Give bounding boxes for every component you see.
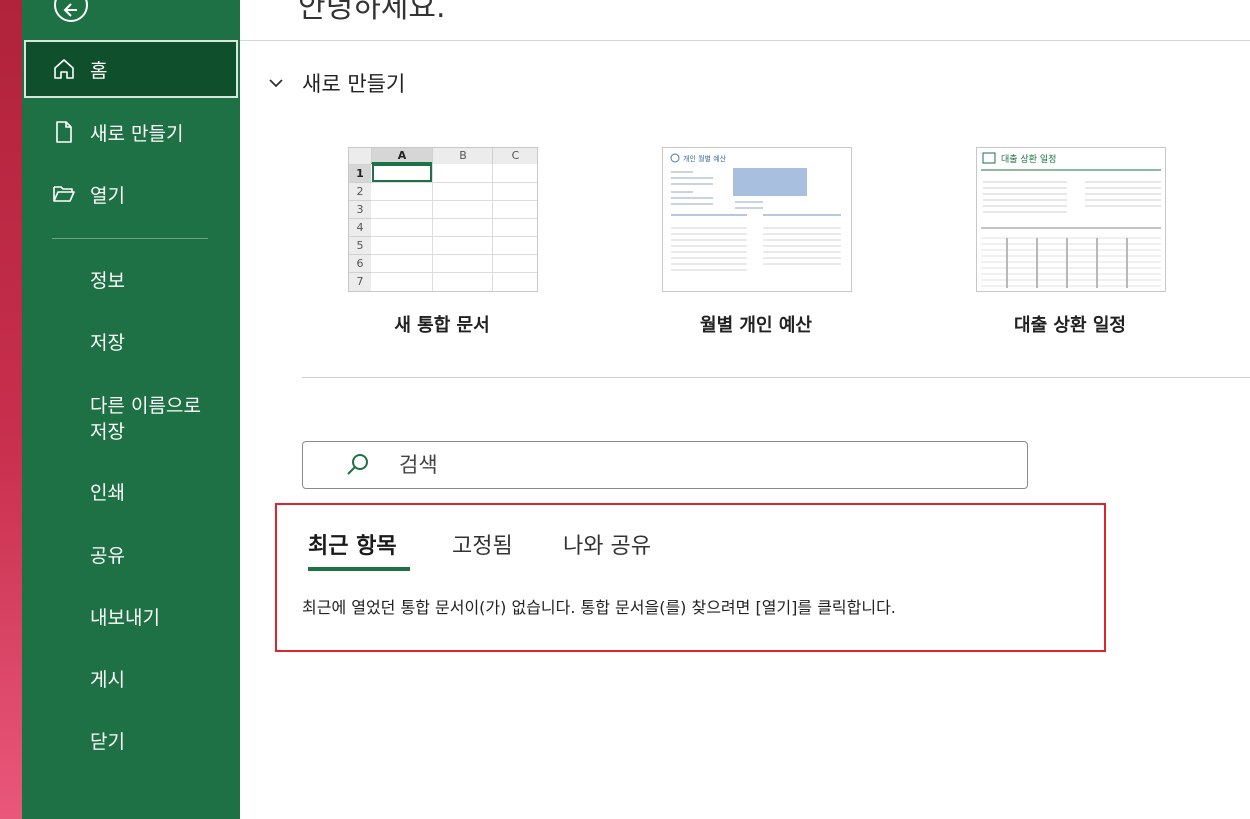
nav-home-label: 홈	[90, 59, 108, 82]
new-document-icon	[52, 120, 76, 144]
nav-print[interactable]: 인쇄	[90, 480, 125, 506]
recent-empty-message: 최근에 열었던 통합 문서이(가) 없습니다. 통합 문서을(를) 찾으려면 […	[302, 598, 896, 617]
nav-open[interactable]: 열기	[24, 165, 238, 223]
header-divider	[240, 40, 1250, 41]
nav-info[interactable]: 정보	[90, 268, 125, 294]
new-section-title: 새로 만들기	[302, 72, 406, 96]
sidebar-divider	[52, 238, 208, 239]
template-label: 월별 개인 예산	[700, 315, 812, 336]
nav-new[interactable]: 새로 만들기	[24, 103, 238, 161]
svg-text:대출 상환 일정: 대출 상환 일정	[1001, 153, 1056, 165]
template-thumbnail: A B C 1 2 3 4 5 6 7	[348, 147, 538, 292]
template-thumbnail: 대출 상환 일정	[976, 147, 1166, 292]
nav-save[interactable]: 저장	[90, 330, 125, 356]
highlight-annotation-box	[275, 503, 1106, 652]
template-thumbnail: 개인 월별 예산	[662, 147, 852, 292]
nav-publish[interactable]: 게시	[90, 667, 125, 693]
svg-text:개인 월별 예산: 개인 월별 예산	[683, 154, 727, 163]
nav-open-label: 열기	[90, 184, 125, 207]
chevron-down-icon	[269, 79, 283, 88]
nav-home[interactable]: 홈	[24, 40, 238, 98]
template-blank-workbook[interactable]: A B C 1 2 3 4 5 6 7 새 통합 문서	[348, 147, 538, 336]
home-icon	[52, 57, 76, 81]
new-section-toggle[interactable]: 새로 만들기	[266, 68, 405, 98]
search-box[interactable]	[302, 441, 1028, 489]
back-button[interactable]	[54, 0, 88, 22]
folder-open-icon	[52, 182, 76, 206]
nav-new-label: 새로 만들기	[90, 122, 184, 145]
nav-share[interactable]: 공유	[90, 543, 125, 569]
backstage-sidebar: 홈 새로 만들기 열기 정보 저장 다른 이름으로 저장 인쇄 공유 내보내기 …	[22, 0, 240, 819]
back-arrow-icon	[63, 3, 77, 17]
search-icon	[347, 454, 368, 475]
greeting-heading: 안녕하세요.	[298, 0, 446, 25]
search-input[interactable]	[397, 452, 901, 478]
nav-export[interactable]: 내보내기	[90, 605, 160, 631]
tab-shared-with-me[interactable]: 나와 공유	[563, 528, 651, 560]
template-loan-schedule[interactable]: 대출 상환 일정 대출 상환 일정	[976, 147, 1166, 336]
template-label: 대출 상환 일정	[1014, 315, 1126, 336]
nav-save-as[interactable]: 다른 이름으로 저장	[90, 393, 220, 445]
section-divider	[302, 377, 1250, 378]
accent-strip	[0, 0, 22, 819]
template-label: 새 통합 문서	[394, 315, 490, 336]
active-tab-indicator	[308, 567, 410, 571]
nav-close[interactable]: 닫기	[90, 729, 125, 755]
tab-recent[interactable]: 최근 항목	[308, 528, 397, 560]
tab-pinned[interactable]: 고정됨	[452, 528, 513, 560]
template-monthly-budget[interactable]: 개인 월별 예산 월별 개인 예산	[662, 147, 852, 336]
